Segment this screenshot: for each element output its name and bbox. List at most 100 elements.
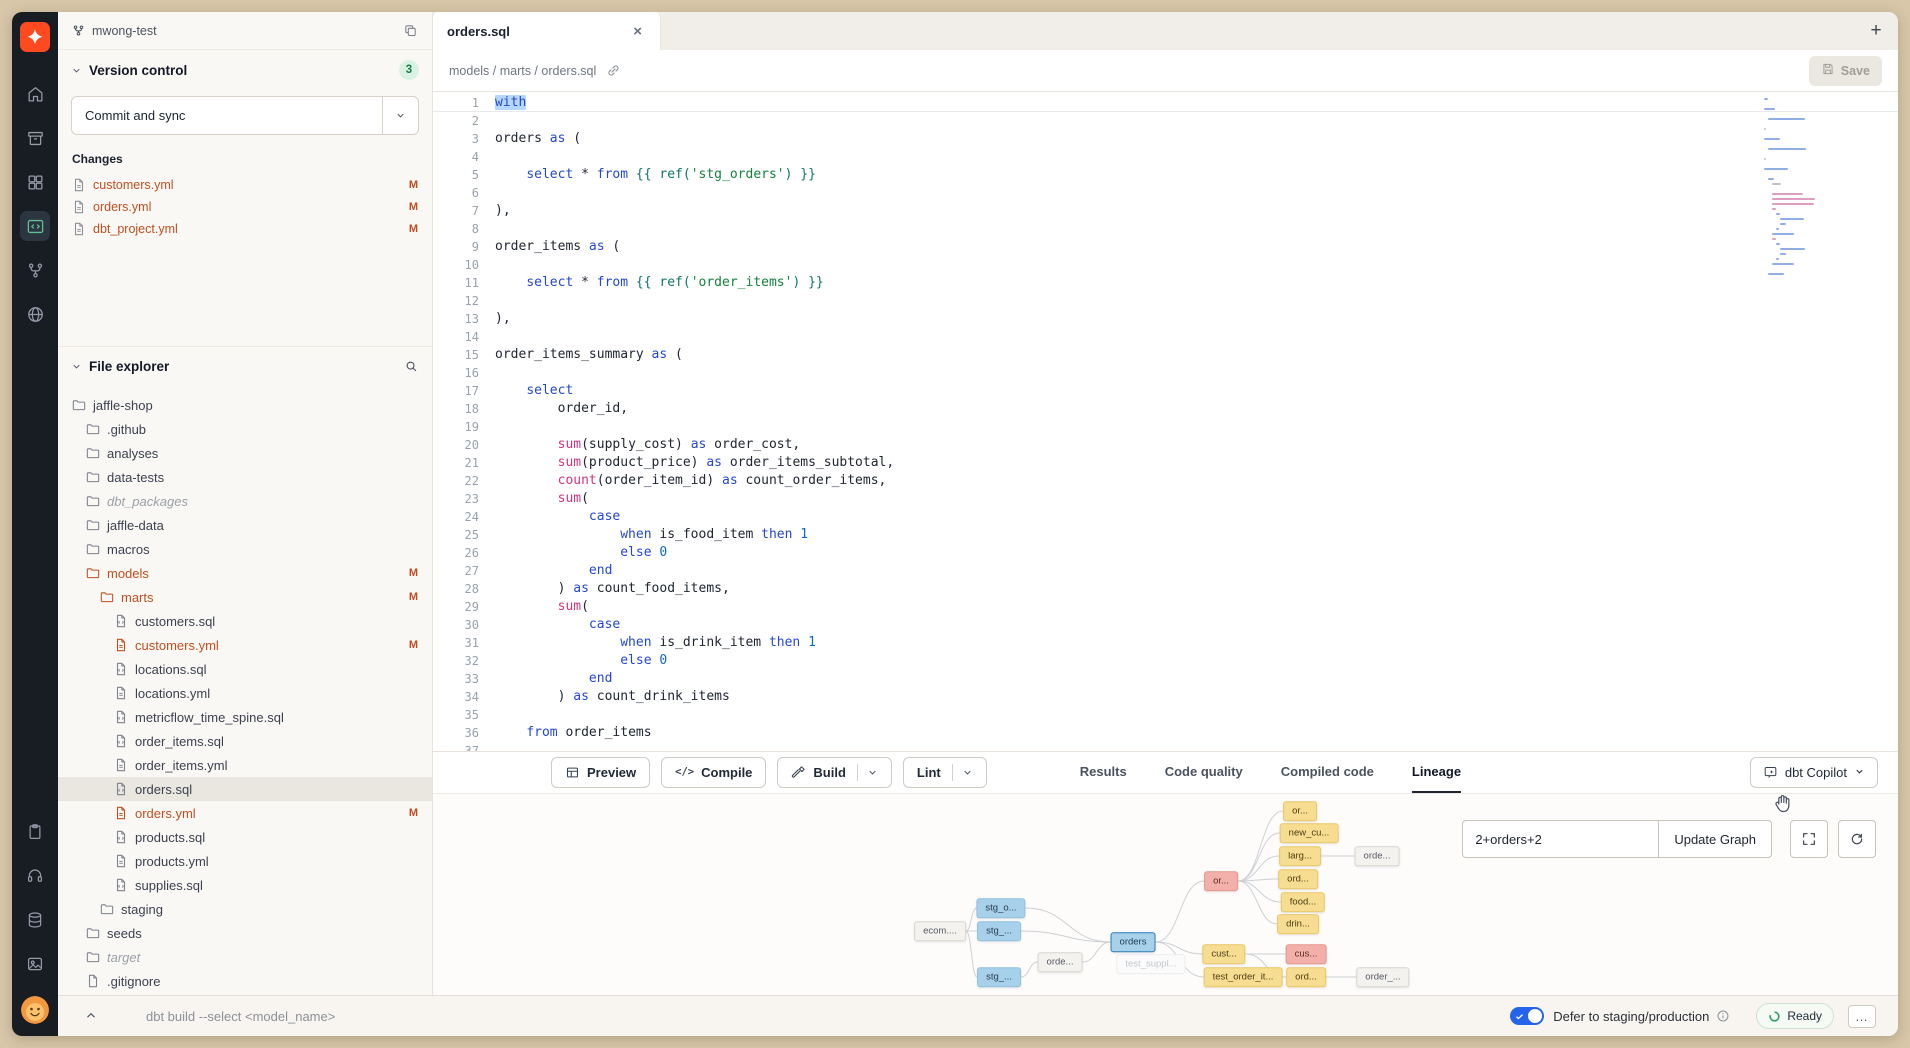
- tree-item-locations.sql[interactable]: locations.sql: [58, 657, 432, 681]
- tab-lineage[interactable]: Lineage: [1412, 752, 1461, 793]
- code-line[interactable]: 10: [433, 256, 1898, 274]
- lineage-node-orders[interactable]: orders: [1111, 932, 1156, 952]
- code-line[interactable]: 32 else 0: [433, 652, 1898, 670]
- code-line[interactable]: 8: [433, 220, 1898, 238]
- code-line[interactable]: 23 sum(: [433, 490, 1898, 508]
- code-line[interactable]: 29 sum(: [433, 598, 1898, 616]
- archive-icon[interactable]: [20, 123, 50, 153]
- code-line[interactable]: 3orders as (: [433, 130, 1898, 148]
- code-line[interactable]: 33 end: [433, 670, 1898, 688]
- lineage-node-food[interactable]: food...: [1281, 892, 1325, 912]
- headset-icon[interactable]: [20, 861, 50, 891]
- tree-item-products.sql[interactable]: products.sql: [58, 825, 432, 849]
- code-line[interactable]: 18 order_id,: [433, 400, 1898, 418]
- code-line[interactable]: 19: [433, 418, 1898, 436]
- tree-item-seeds[interactable]: seeds: [58, 921, 432, 945]
- code-line[interactable]: 21 sum(product_price) as order_items_sub…: [433, 454, 1898, 472]
- code-line[interactable]: 35: [433, 706, 1898, 724]
- apps-grid-icon[interactable]: [20, 167, 50, 197]
- file-explorer-header[interactable]: File explorer: [58, 347, 432, 385]
- lineage-node-cust[interactable]: cust...: [1202, 944, 1245, 964]
- tree-item-supplies.sql[interactable]: supplies.sql: [58, 873, 432, 897]
- command-input[interactable]: dbt build --select <model_name>: [146, 1009, 335, 1024]
- dbt-copilot-button[interactable]: dbt Copilot: [1750, 757, 1878, 788]
- info-icon[interactable]: [1716, 1009, 1730, 1023]
- search-icon[interactable]: [404, 359, 419, 374]
- tree-item-macros[interactable]: macros: [58, 537, 432, 561]
- defer-toggle[interactable]: [1510, 1007, 1544, 1025]
- lineage-node-ord[interactable]: ord...: [1278, 869, 1318, 889]
- git-fork-icon[interactable]: [20, 255, 50, 285]
- tree-item-orders.yml[interactable]: orders.ymlM: [58, 801, 432, 825]
- tree-item-order_items.yml[interactable]: order_items.yml: [58, 753, 432, 777]
- build-button[interactable]: Build: [777, 757, 892, 788]
- lineage-selector-input[interactable]: [1462, 820, 1658, 858]
- expand-command-bar-chevron-icon[interactable]: [82, 1007, 100, 1025]
- code-line[interactable]: 17 select: [433, 382, 1898, 400]
- tree-item-data-tests[interactable]: data-tests: [58, 465, 432, 489]
- refresh-icon[interactable]: [1838, 820, 1876, 858]
- tree-item-jaffle-data[interactable]: jaffle-data: [58, 513, 432, 537]
- code-line[interactable]: 26 else 0: [433, 544, 1898, 562]
- code-editor[interactable]: 1with23orders as (45 select * from {{ re…: [433, 92, 1898, 751]
- code-line[interactable]: 28 ) as count_food_items,: [433, 580, 1898, 598]
- commit-options-chevron-icon[interactable]: [382, 97, 418, 134]
- link-icon[interactable]: [606, 63, 621, 78]
- code-line[interactable]: 12: [433, 292, 1898, 310]
- user-avatar[interactable]: [21, 996, 49, 1024]
- lint-button[interactable]: Lint: [903, 757, 987, 788]
- code-line[interactable]: 4: [433, 148, 1898, 166]
- lineage-node-test_suppl[interactable]: test_suppl...: [1116, 954, 1185, 974]
- tree-item-marts[interactable]: martsM: [58, 585, 432, 609]
- close-tab-icon[interactable]: ×: [629, 22, 646, 41]
- code-line[interactable]: 24 case: [433, 508, 1898, 526]
- tree-item-products.yml[interactable]: products.yml: [58, 849, 432, 873]
- compile-button[interactable]: </> Compile: [661, 757, 766, 788]
- home-icon[interactable]: [20, 79, 50, 109]
- version-control-header[interactable]: Version control 3: [58, 52, 432, 88]
- code-editor-icon[interactable]: [20, 211, 50, 241]
- lineage-node-orde[interactable]: orde...: [1355, 846, 1400, 866]
- code-line[interactable]: 1with: [433, 94, 1898, 112]
- overflow-menu-button[interactable]: …: [1848, 1005, 1876, 1028]
- tab-compiled-code[interactable]: Compiled code: [1281, 752, 1374, 793]
- code-line[interactable]: 6: [433, 184, 1898, 202]
- build-options-chevron-icon[interactable]: [867, 767, 878, 778]
- lint-options-chevron-icon[interactable]: [962, 767, 973, 778]
- fullscreen-icon[interactable]: [1790, 820, 1828, 858]
- tree-item-dbt_packages[interactable]: dbt_packages: [58, 489, 432, 513]
- tree-item-models[interactable]: modelsM: [58, 561, 432, 585]
- tree-item-jaffle-shop[interactable]: jaffle-shop: [58, 393, 432, 417]
- tab-code-quality[interactable]: Code quality: [1165, 752, 1243, 793]
- lineage-node-new_cu[interactable]: new_cu...: [1280, 823, 1339, 843]
- tree-item-customers.yml[interactable]: customers.ymlM: [58, 633, 432, 657]
- code-line[interactable]: 9order_items as (: [433, 238, 1898, 256]
- code-line[interactable]: 20 sum(supply_cost) as order_cost,: [433, 436, 1898, 454]
- code-line[interactable]: 7),: [433, 202, 1898, 220]
- tree-item-.github[interactable]: .github: [58, 417, 432, 441]
- lineage-node-stg_[interactable]: stg_...: [977, 967, 1021, 987]
- lineage-node-larg[interactable]: larg...: [1279, 846, 1321, 866]
- tree-item-customers.sql[interactable]: customers.sql: [58, 609, 432, 633]
- lineage-node-test_order_it[interactable]: test_order_it...: [1204, 967, 1283, 987]
- lineage-node-orde[interactable]: orde...: [1038, 952, 1083, 972]
- tree-item-orders.sql[interactable]: orders.sql: [58, 777, 432, 801]
- tree-item-analyses[interactable]: analyses: [58, 441, 432, 465]
- code-line[interactable]: 25 when is_food_item then 1: [433, 526, 1898, 544]
- lineage-node-ecom[interactable]: ecom....: [914, 921, 966, 941]
- tab-orders-sql[interactable]: orders.sql ×: [433, 12, 661, 50]
- tab-results[interactable]: Results: [1080, 752, 1127, 793]
- tree-item-staging[interactable]: staging: [58, 897, 432, 921]
- change-row-dbt_project.yml[interactable]: dbt_project.ymlM: [58, 218, 432, 240]
- code-line[interactable]: 11 select * from {{ ref('order_items') }…: [433, 274, 1898, 292]
- code-line[interactable]: 37: [433, 742, 1898, 751]
- lineage-node-or[interactable]: or...: [1283, 801, 1317, 821]
- database-icon[interactable]: [20, 905, 50, 935]
- copy-icon[interactable]: [403, 23, 418, 38]
- lineage-node-stg_o[interactable]: stg_o...: [976, 898, 1025, 918]
- lineage-node-or[interactable]: or...: [1204, 871, 1238, 891]
- code-line[interactable]: 22 count(order_item_id) as count_order_i…: [433, 472, 1898, 490]
- change-row-customers.yml[interactable]: customers.ymlM: [58, 174, 432, 196]
- code-line[interactable]: 36 from order_items: [433, 724, 1898, 742]
- minimap[interactable]: [1764, 98, 1846, 283]
